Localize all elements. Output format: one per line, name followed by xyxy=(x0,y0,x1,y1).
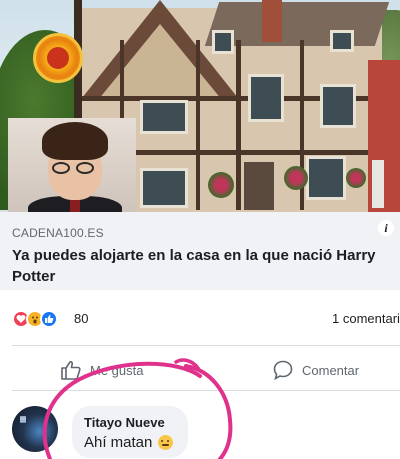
like-button-label: Me gusta xyxy=(90,362,144,378)
reaction-count[interactable]: 80 xyxy=(74,311,88,326)
house-window xyxy=(306,156,346,200)
reaction-icons[interactable] xyxy=(12,310,58,328)
house-window xyxy=(212,30,234,54)
sweat-smile-emoji-icon xyxy=(158,435,174,450)
thumbs-up-icon xyxy=(61,361,81,380)
timber-beam xyxy=(236,40,241,210)
house-gable xyxy=(98,24,222,100)
link-caption[interactable]: CADENA100.ES Ya puedes alojarte en la ca… xyxy=(0,212,400,290)
neighbor-door xyxy=(372,160,384,208)
comment: ▦ Titayo Nueve Ahí matan xyxy=(0,398,400,459)
comment-bubble[interactable]: Titayo Nueve Ahí matan xyxy=(72,406,188,458)
comments-count[interactable]: 1 comentario xyxy=(332,311,400,326)
flower-basket xyxy=(284,166,308,190)
speech-bubble-icon xyxy=(273,360,293,381)
comment-text-row: Ahí matan xyxy=(84,434,176,451)
action-bar: Me gusta Comentar xyxy=(0,352,400,388)
flower-basket xyxy=(208,172,234,198)
link-title[interactable]: Ya puedes alojarte en la casa en la que … xyxy=(12,245,392,287)
info-icon[interactable]: i xyxy=(378,220,394,236)
reactions-summary[interactable]: 80 1 comentario xyxy=(0,302,400,336)
avatar[interactable]: ▦ xyxy=(12,406,58,452)
harry-potter-portrait xyxy=(8,118,136,212)
house-window xyxy=(140,168,188,208)
flower-basket xyxy=(346,168,366,188)
chimney xyxy=(262,0,282,42)
house-window xyxy=(248,74,284,122)
comment-text: Ahí matan xyxy=(84,434,153,451)
house-window xyxy=(140,100,188,134)
avatar-graphic: ▦ xyxy=(20,414,27,425)
sun-badge-icon xyxy=(33,33,83,83)
comment-button-label: Comentar xyxy=(302,362,360,378)
link-domain: CADENA100.ES xyxy=(12,226,104,240)
comment-author[interactable]: Titayo Nueve xyxy=(84,415,176,430)
house-door xyxy=(244,162,274,210)
like-button[interactable]: Me gusta xyxy=(60,358,143,382)
house-window xyxy=(320,84,356,128)
timber-beam xyxy=(196,40,200,210)
like-reaction-icon xyxy=(40,310,58,328)
divider xyxy=(12,390,400,391)
comment-button[interactable]: Comentar xyxy=(272,358,359,382)
house-window xyxy=(330,30,354,52)
link-preview-image[interactable] xyxy=(0,0,400,212)
divider xyxy=(12,345,400,346)
